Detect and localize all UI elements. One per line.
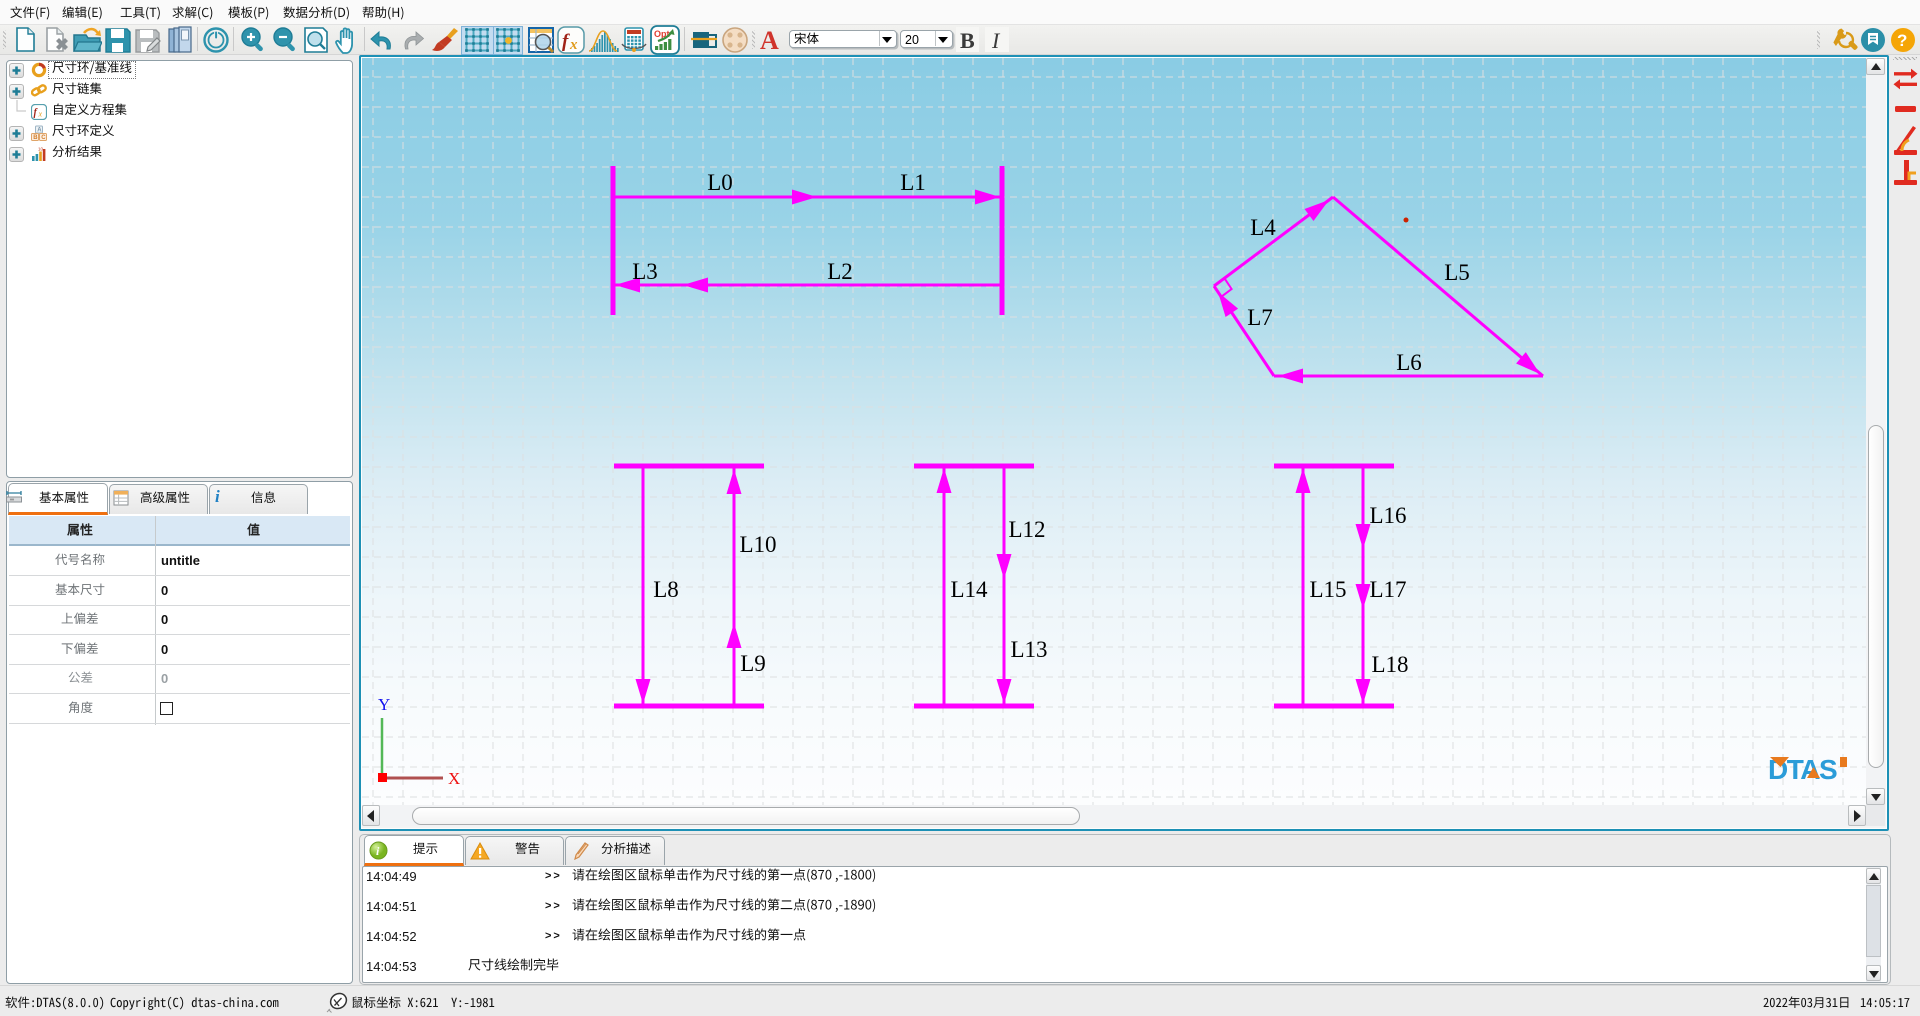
svg-text:L3: L3 <box>632 259 658 284</box>
svg-text:B: B <box>33 135 38 141</box>
svg-text:L6: L6 <box>1396 350 1422 375</box>
svg-text:L17: L17 <box>1369 577 1406 602</box>
svg-text:C: C <box>41 135 46 141</box>
svg-text:L8: L8 <box>653 577 679 602</box>
svg-text:L13: L13 <box>1010 637 1047 662</box>
svg-text:L16: L16 <box>1369 503 1406 528</box>
svg-text:L12: L12 <box>1008 517 1045 542</box>
svg-text:x: x <box>569 37 578 53</box>
svg-text:L9: L9 <box>740 651 766 676</box>
svg-text:A: A <box>37 128 42 134</box>
svg-text:L0: L0 <box>707 170 733 195</box>
svg-text:L1: L1 <box>900 170 926 195</box>
svg-text:L15: L15 <box>1309 577 1346 602</box>
svg-text:L2: L2 <box>827 259 853 284</box>
svg-text:?: ? <box>1897 31 1907 50</box>
svg-text:L10: L10 <box>739 532 776 557</box>
svg-text:L5: L5 <box>1444 260 1470 285</box>
svg-text:L14: L14 <box>950 577 988 602</box>
svg-text:X: X <box>448 769 460 788</box>
svg-text:x: x <box>38 110 43 119</box>
svg-text:L18: L18 <box>1371 652 1408 677</box>
svg-text:L7: L7 <box>1247 305 1273 330</box>
svg-text:L4: L4 <box>1250 215 1276 240</box>
svg-text:10: 10 <box>38 147 44 152</box>
svg-text:Y: Y <box>378 695 390 714</box>
